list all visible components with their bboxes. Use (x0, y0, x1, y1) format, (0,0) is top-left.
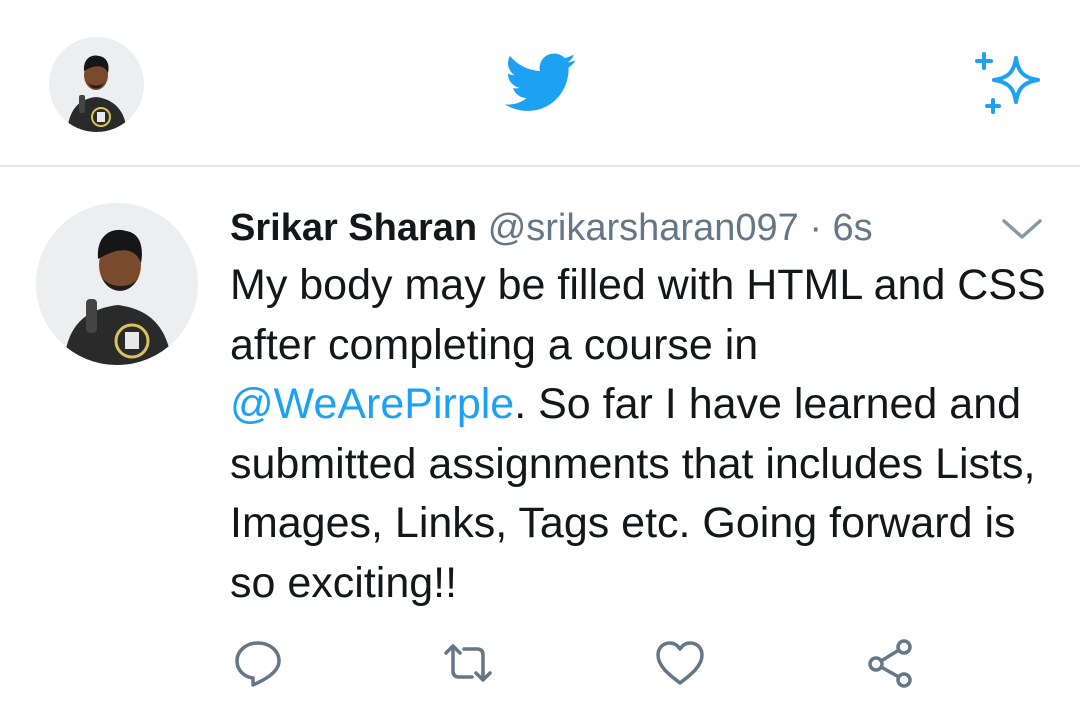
like-button[interactable] (654, 637, 706, 689)
retweet-button[interactable] (442, 637, 494, 689)
top-app-bar (0, 0, 1080, 167)
avatar-photo (36, 203, 198, 365)
mention-link[interactable]: @WeArePirple (230, 380, 514, 428)
profile-avatar-button[interactable] (49, 37, 144, 132)
retweet-icon (444, 644, 492, 682)
author-avatar[interactable] (36, 203, 198, 365)
author-name[interactable]: Srikar Sharan (230, 207, 477, 249)
share-icon (868, 639, 912, 688)
tweet-header: Srikar Sharan @srikarsharan097 · 6s (230, 203, 873, 253)
share-button[interactable] (864, 637, 916, 689)
author-handle[interactable]: @srikarsharan097 (488, 207, 799, 249)
heart-icon (656, 641, 704, 685)
tweet[interactable]: Srikar Sharan @srikarsharan097 · 6s My b… (0, 169, 1080, 722)
tweet-text-part: My body may be filled with HTML and CSS … (230, 261, 1046, 369)
sparkle-icon[interactable] (972, 48, 1044, 120)
tweet-timestamp[interactable]: 6s (833, 207, 873, 249)
chevron-down-icon[interactable] (1000, 213, 1044, 245)
separator-dot: · (809, 207, 822, 249)
tweet-text: My body may be filled with HTML and CSS … (230, 256, 1050, 613)
tweet-action-bar (0, 637, 1080, 697)
reply-icon (235, 641, 281, 687)
reply-button[interactable] (232, 637, 284, 689)
twitter-bird-icon (505, 53, 576, 111)
avatar-photo (49, 37, 144, 132)
